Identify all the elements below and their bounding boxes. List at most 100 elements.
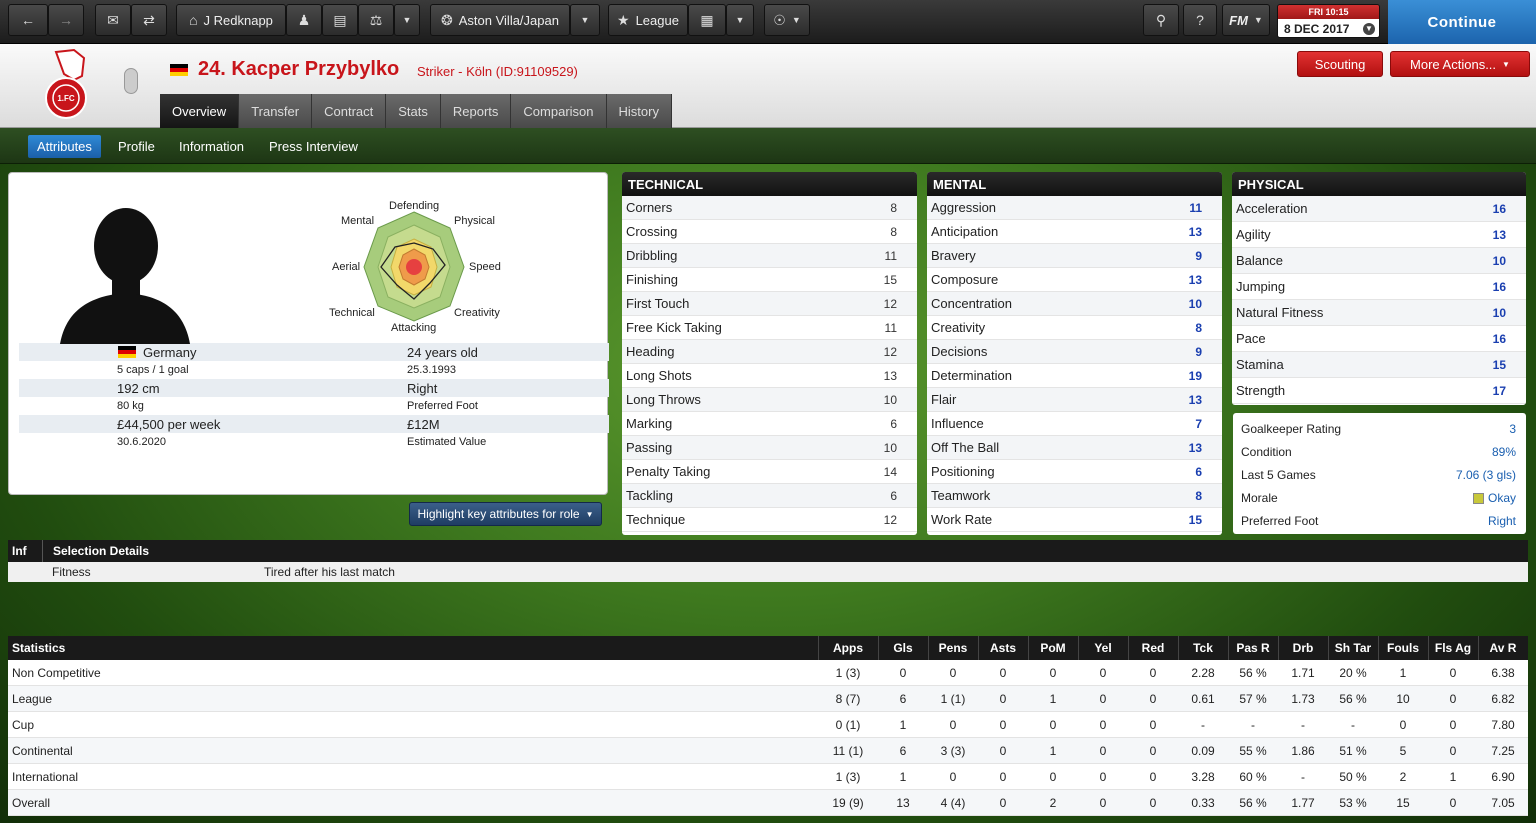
stat-col-header[interactable]: Drb xyxy=(1278,636,1328,660)
attribute-row[interactable]: Off The Ball 13 xyxy=(927,436,1222,460)
attribute-row[interactable]: Technique 12 xyxy=(622,508,917,532)
stat-col-header[interactable]: Pens xyxy=(928,636,978,660)
attribute-row[interactable]: Creativity 8 xyxy=(927,316,1222,340)
stat-col-header[interactable]: Fls Ag xyxy=(1428,636,1478,660)
swap-button[interactable]: ⇄ xyxy=(131,4,167,36)
stat-cell: - xyxy=(1301,717,1305,732)
attribute-value: 7 xyxy=(1195,416,1202,431)
attribute-row[interactable]: Bravery 9 xyxy=(927,244,1222,268)
stat-col-header[interactable]: Fouls xyxy=(1378,636,1428,660)
last-five-value[interactable]: 7.06 (3 gls) xyxy=(1456,468,1516,482)
competition-dropdown[interactable]: ▼ xyxy=(726,4,754,36)
morale-value[interactable]: Okay xyxy=(1488,491,1516,505)
attribute-row[interactable]: Stamina 15 xyxy=(1232,352,1526,378)
forward-button[interactable]: → xyxy=(48,4,84,36)
subtab-profile[interactable]: Profile xyxy=(109,135,164,158)
attribute-row[interactable]: Jumping 16 xyxy=(1232,274,1526,300)
attribute-row[interactable]: Tackling 6 xyxy=(622,484,917,508)
subtab-press-interview[interactable]: Press Interview xyxy=(260,135,367,158)
continue-button[interactable]: Continue xyxy=(1388,0,1536,44)
attribute-row[interactable]: Pace 16 xyxy=(1232,326,1526,352)
attribute-row[interactable]: Flair 13 xyxy=(927,388,1222,412)
tab-contract[interactable]: Contract xyxy=(312,94,387,128)
fm-menu-button[interactable]: FM ▼ xyxy=(1222,4,1270,36)
search-button[interactable]: ⚲ xyxy=(1143,4,1179,36)
selection-details-header[interactable]: Selection Details xyxy=(53,544,149,558)
subtab-attributes[interactable]: Attributes xyxy=(28,135,101,158)
attribute-row[interactable]: Penalty Taking 14 xyxy=(622,460,917,484)
stat-col-header[interactable]: Asts xyxy=(978,636,1028,660)
scouting-button[interactable]: Scouting xyxy=(1297,51,1383,77)
attribute-name: Off The Ball xyxy=(931,440,1000,455)
stat-col-header[interactable]: Yel xyxy=(1078,636,1128,660)
competition-button[interactable]: ★ League xyxy=(608,4,688,36)
clipboard-icon: ▤ xyxy=(333,11,347,28)
attribute-row[interactable]: Agility 13 xyxy=(1232,222,1526,248)
mail-icon: ✉ xyxy=(107,11,119,28)
attribute-value: 13 xyxy=(1492,227,1506,242)
attribute-row[interactable]: Concentration 10 xyxy=(927,292,1222,316)
chevron-down-icon[interactable]: ▼ xyxy=(1363,23,1375,35)
inf-header[interactable]: Inf xyxy=(12,544,27,558)
player-scroller[interactable] xyxy=(124,68,138,94)
contract-end: 30.6.2020 xyxy=(117,436,166,448)
back-button[interactable]: ← xyxy=(8,4,48,36)
calendar-button[interactable]: ▦ xyxy=(688,4,726,36)
stat-col-header[interactable]: PoM xyxy=(1028,636,1078,660)
tab-transfer[interactable]: Transfer xyxy=(239,94,313,128)
attribute-row[interactable]: Acceleration 16 xyxy=(1232,196,1526,222)
tab-history[interactable]: History xyxy=(606,94,672,128)
scales-button[interactable]: ⚖ xyxy=(358,4,394,36)
highlight-attributes-button[interactable]: Highlight key attributes for role ▼ xyxy=(409,502,602,526)
attribute-row[interactable]: Finishing 15 xyxy=(622,268,917,292)
attribute-row[interactable]: Decisions 9 xyxy=(927,340,1222,364)
stat-col-header[interactable]: Statistics xyxy=(12,636,65,660)
stat-col-header[interactable]: Red xyxy=(1128,636,1178,660)
attribute-row[interactable]: Long Shots 13 xyxy=(622,364,917,388)
attribute-row[interactable]: Influence 7 xyxy=(927,412,1222,436)
attribute-row[interactable]: Aggression 11 xyxy=(927,196,1222,220)
inbox-button[interactable]: ✉ xyxy=(95,4,131,36)
team-button[interactable]: ❂ Aston Villa/Japan xyxy=(430,4,570,36)
attribute-row[interactable]: Heading 12 xyxy=(622,340,917,364)
attribute-row[interactable]: Anticipation 13 xyxy=(927,220,1222,244)
more-actions-button[interactable]: More Actions... ▼ xyxy=(1390,51,1530,77)
stat-col-header[interactable]: Tck xyxy=(1178,636,1228,660)
stat-col-header[interactable]: Sh Tar xyxy=(1328,636,1378,660)
attribute-row[interactable]: Determination 19 xyxy=(927,364,1222,388)
attribute-row[interactable]: Long Throws 10 xyxy=(622,388,917,412)
world-button[interactable]: ☉ ▼ xyxy=(764,4,810,36)
tab-comparison[interactable]: Comparison xyxy=(511,94,607,128)
attribute-row[interactable]: Dribbling 11 xyxy=(622,244,917,268)
attribute-row[interactable]: First Touch 12 xyxy=(622,292,917,316)
stat-col-header[interactable]: Av R xyxy=(1478,636,1528,660)
attribute-row[interactable]: Work Rate 15 xyxy=(927,508,1222,532)
manager-menu-button[interactable]: ⌂ J Redknapp xyxy=(176,4,286,36)
tab-overview[interactable]: Overview xyxy=(160,94,240,128)
attribute-row[interactable]: Balance 10 xyxy=(1232,248,1526,274)
attribute-row[interactable]: Composure 13 xyxy=(927,268,1222,292)
team-dropdown[interactable]: ▼ xyxy=(570,4,600,36)
tab-stats[interactable]: Stats xyxy=(386,94,441,128)
attribute-row[interactable]: Crossing 8 xyxy=(622,220,917,244)
people-button[interactable]: ♟ xyxy=(286,4,322,36)
tab-reports[interactable]: Reports xyxy=(440,94,512,128)
date-display[interactable]: FRI 10:15 8 DEC 2017 ▼ xyxy=(1277,4,1380,38)
attribute-row[interactable]: Free Kick Taking 11 xyxy=(622,316,917,340)
attribute-row[interactable]: Passing 10 xyxy=(622,436,917,460)
stat-col-header[interactable]: Pas R xyxy=(1228,636,1278,660)
notes-button[interactable]: ▤ xyxy=(322,4,358,36)
attribute-row[interactable]: Marking 6 xyxy=(622,412,917,436)
attribute-row[interactable]: Teamwork 8 xyxy=(927,484,1222,508)
player-subtitle[interactable]: Striker - Köln (ID:91109529) xyxy=(417,64,578,79)
help-button[interactable]: ? xyxy=(1183,4,1217,36)
stat-col-header[interactable]: Apps xyxy=(818,636,878,660)
subtab-information[interactable]: Information xyxy=(170,135,253,158)
attribute-row[interactable]: Positioning 6 xyxy=(927,460,1222,484)
manager-dropdown[interactable]: ▼ xyxy=(394,4,420,36)
attribute-row[interactable]: Strength 17 xyxy=(1232,378,1526,404)
gk-rating-row: Goalkeeper Rating 3 xyxy=(1233,417,1526,440)
attribute-row[interactable]: Natural Fitness 10 xyxy=(1232,300,1526,326)
attribute-row[interactable]: Corners 8 xyxy=(622,196,917,220)
stat-col-header[interactable]: Gls xyxy=(878,636,928,660)
